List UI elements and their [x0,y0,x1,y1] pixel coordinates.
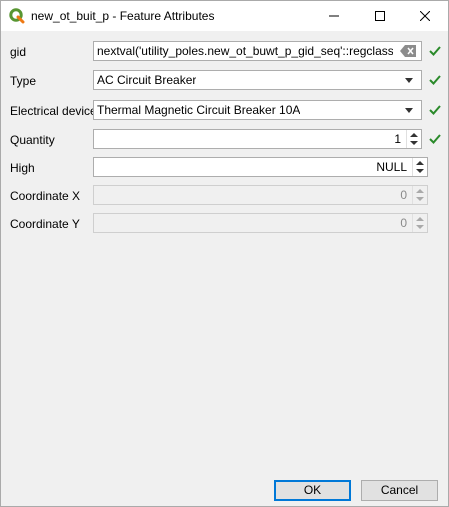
close-icon [420,11,430,21]
close-button[interactable] [402,1,448,31]
coordinate-x-spinbox: 0 [93,185,428,205]
spin-buttons[interactable] [412,158,427,176]
check-icon [429,105,441,115]
spin-up-icon[interactable] [416,161,424,165]
clear-field-icon[interactable] [400,45,416,57]
spin-down-icon [416,197,424,201]
check-icon [429,134,441,144]
spin-up-icon [416,189,424,193]
spin-buttons[interactable] [406,130,421,148]
maximize-button[interactable] [357,1,403,31]
device-combobox[interactable]: Thermal Magnetic Circuit Breaker 10A [93,100,422,120]
spin-down-icon [416,225,424,229]
device-value: Thermal Magnetic Circuit Breaker 10A [97,103,301,117]
spin-down-icon[interactable] [416,169,424,173]
spin-down-icon[interactable] [410,141,418,145]
cancel-button[interactable]: Cancel [361,480,438,501]
maximize-icon [375,11,385,21]
window-title: new_ot_buit_p - Feature Attributes [31,9,215,23]
gid-field[interactable]: nextval('utility_poles.new_ot_buwt_p_gid… [93,41,422,61]
chevron-down-icon [405,78,413,83]
check-icon [429,75,441,85]
quantity-value: 1 [394,132,401,146]
type-label: Type [10,74,37,88]
coordinate-y-value: 0 [400,216,407,230]
gid-label: gid [10,45,27,59]
quantity-spinbox[interactable]: 1 [93,129,422,149]
spin-buttons [412,214,427,232]
minimize-icon [329,15,339,17]
chevron-down-icon [405,108,413,113]
type-value: AC Circuit Breaker [97,73,197,87]
quantity-label: Quantity [10,133,55,147]
spin-buttons [412,186,427,204]
ok-button[interactable]: OK [274,480,351,501]
gid-value: nextval('utility_poles.new_ot_buwt_p_gid… [97,44,393,58]
coordinate-x-label: Coordinate X [10,189,81,203]
coordinate-y-label: Coordinate Y [10,217,80,231]
feature-attributes-dialog: new_ot_buit_p - Feature Attributes gid n… [0,0,449,507]
type-combobox[interactable]: AC Circuit Breaker [93,70,422,90]
coordinate-y-spinbox: 0 [93,213,428,233]
spin-up-icon[interactable] [410,133,418,137]
qgis-logo-icon [9,8,25,24]
high-label: High [10,161,35,175]
check-icon [429,46,441,56]
device-label: Electrical device [10,104,97,118]
coordinate-x-value: 0 [400,188,407,202]
title-bar[interactable]: new_ot_buit_p - Feature Attributes [1,1,448,31]
high-value: NULL [376,160,407,174]
high-spinbox[interactable]: NULL [93,157,428,177]
spin-up-icon [416,217,424,221]
minimize-button[interactable] [311,1,357,31]
